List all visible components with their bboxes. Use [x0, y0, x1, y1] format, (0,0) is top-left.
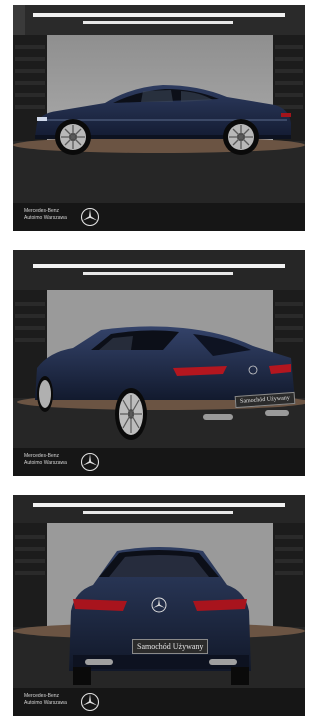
car-side-image: [13, 5, 305, 231]
car-rear-image: [13, 495, 305, 716]
dealer-name: Mercedes-Benz Autoimo Warszawa: [24, 208, 67, 222]
car-photo-rear[interactable]: Samochód Używany Mercedes-Benz Autoimo W…: [13, 495, 305, 716]
car-rear-quarter-image: [13, 250, 305, 476]
dealer-name: Mercedes-Benz Autoimo Warszawa: [24, 453, 67, 467]
mercedes-star-icon: [80, 452, 100, 472]
brand-line-1: Mercedes-Benz: [24, 208, 60, 214]
photo-gallery: Mercedes-Benz Autoimo Warszawa Samochód …: [0, 0, 305, 716]
brand-bar: Mercedes-Benz Autoimo Warszawa: [13, 688, 305, 716]
mercedes-star-icon: [80, 207, 100, 227]
brand-line-1: Mercedes-Benz: [24, 693, 60, 699]
brand-line-1: Mercedes-Benz: [24, 453, 60, 459]
car-photo-rear-quarter[interactable]: Samochód Używany Mercedes-Benz Autoimo W…: [13, 250, 305, 476]
car-photo-side[interactable]: Mercedes-Benz Autoimo Warszawa: [13, 5, 305, 231]
brand-bar: Mercedes-Benz Autoimo Warszawa: [13, 203, 305, 231]
brand-line-2: Autoimo Warszawa: [24, 700, 67, 706]
brand-bar: Mercedes-Benz Autoimo Warszawa: [13, 448, 305, 476]
used-car-plate: Samochód Używany: [132, 639, 209, 654]
brand-line-2: Autoimo Warszawa: [24, 215, 67, 221]
dealer-name: Mercedes-Benz Autoimo Warszawa: [24, 693, 67, 707]
brand-line-2: Autoimo Warszawa: [24, 460, 67, 466]
mercedes-star-icon: [80, 692, 100, 712]
